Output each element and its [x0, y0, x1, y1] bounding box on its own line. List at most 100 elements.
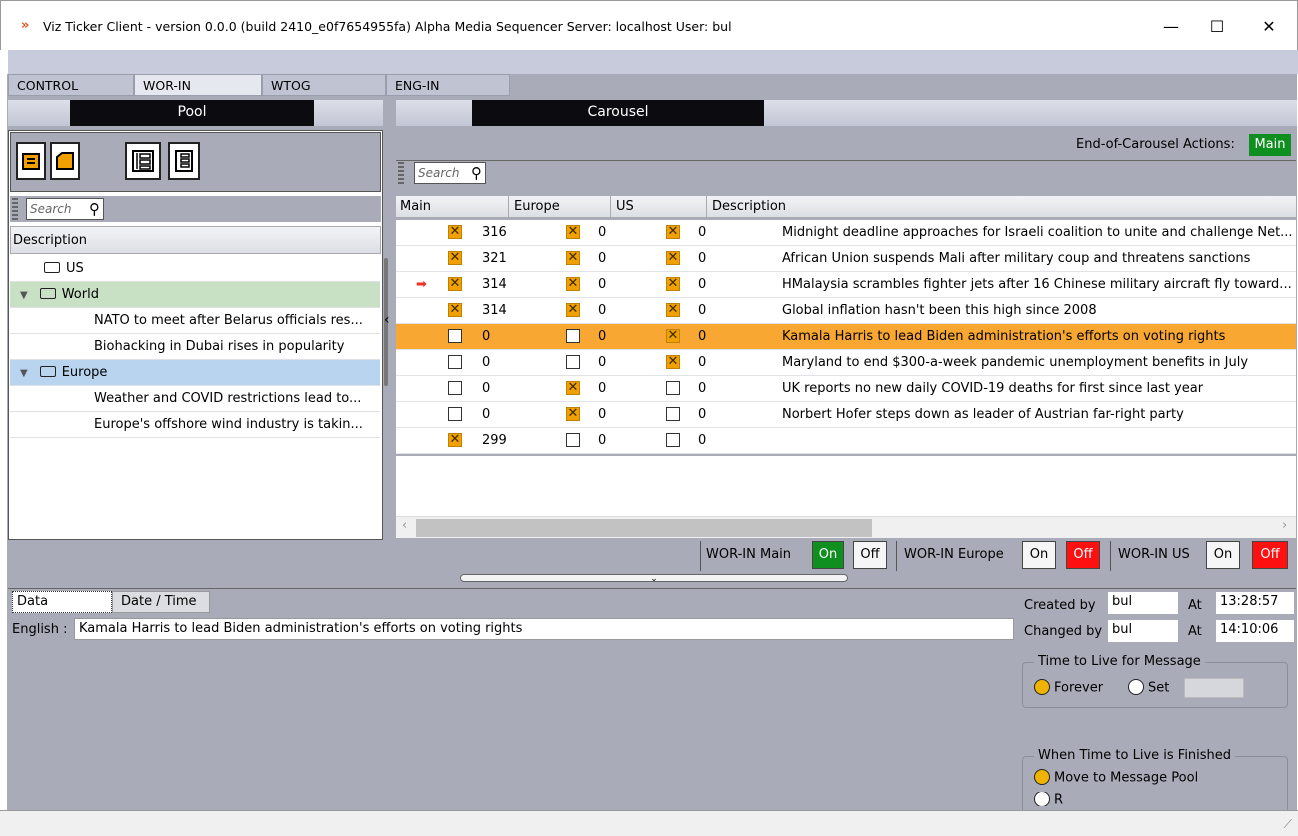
- horizontal-scrollbar[interactable]: ‹ ›: [396, 516, 1296, 538]
- expander-icon[interactable]: ▼: [20, 290, 28, 301]
- drag-grip-icon[interactable]: [398, 162, 404, 184]
- us-checkbox[interactable]: [666, 246, 680, 270]
- search-icon[interactable]: ⚲: [471, 163, 482, 183]
- europe-checkbox[interactable]: [566, 376, 580, 400]
- tree-item[interactable]: Europe's offshore wind industry is takin…: [10, 412, 380, 438]
- carousel-row[interactable]: 314 0 0 Global inflation hasn't been this h…: [396, 298, 1296, 324]
- carousel-row[interactable]: 0 0 0 Kamala Harris to lead Biden administr…: [396, 324, 1296, 350]
- pool-search-input[interactable]: Search ⚲: [26, 198, 104, 220]
- collapse-arrow-icon[interactable]: ‹: [384, 312, 390, 328]
- radio-selected-icon[interactable]: [1034, 769, 1050, 785]
- tab-wtog[interactable]: WTOG: [262, 74, 386, 96]
- remove-radio[interactable]: R: [1034, 792, 1063, 806]
- main-checkbox[interactable]: [448, 272, 462, 296]
- main-checkbox[interactable]: [448, 220, 462, 244]
- main-count: 314: [482, 303, 507, 318]
- column-us[interactable]: US: [610, 196, 634, 218]
- us-on-button[interactable]: On: [1206, 541, 1240, 569]
- europe-count: 0: [598, 303, 607, 318]
- main-checkbox[interactable]: [448, 329, 462, 343]
- carousel-search-input[interactable]: Search ⚲: [414, 162, 486, 184]
- main-checkbox[interactable]: [448, 246, 462, 270]
- tab-date-time[interactable]: Date / Time: [112, 591, 210, 613]
- carousel-row[interactable]: 299 0 0: [396, 428, 1296, 454]
- us-checkbox[interactable]: [666, 220, 680, 244]
- tab-eng-in[interactable]: ENG-IN: [386, 74, 510, 96]
- scrollbar-thumb[interactable]: [416, 519, 872, 537]
- expander-icon[interactable]: ▼: [20, 368, 28, 379]
- window-title: Viz Ticker Client - version 0.0.0 (build…: [43, 19, 732, 34]
- main-on-button[interactable]: On: [812, 541, 844, 569]
- tree-view-icon[interactable]: [125, 142, 161, 180]
- main-checkbox[interactable]: [448, 355, 462, 369]
- end-actions-main-button[interactable]: Main: [1249, 134, 1291, 156]
- minimize-button[interactable]: —: [1151, 11, 1191, 43]
- europe-checkbox[interactable]: [566, 246, 580, 270]
- carousel-row[interactable]: 321 0 0 African Union suspends Mali after m…: [396, 246, 1296, 272]
- carousel-row[interactable]: 0 0 0 UK reports no new daily COVID-19 deat…: [396, 376, 1296, 402]
- us-checkbox[interactable]: [666, 298, 680, 322]
- chevron-down-icon[interactable]: ⌄: [650, 574, 658, 584]
- splitter-bar[interactable]: ⌄: [460, 574, 848, 584]
- resize-grip-icon[interactable]: ⟋: [1284, 817, 1292, 832]
- europe-checkbox[interactable]: [566, 355, 580, 369]
- us-checkbox[interactable]: [666, 350, 680, 374]
- europe-count: 0: [598, 433, 607, 448]
- europe-checkbox[interactable]: [566, 402, 580, 426]
- carousel-row[interactable]: 0 0 0 Norbert Hofer steps down as leader of…: [396, 402, 1296, 428]
- europe-on-button[interactable]: On: [1022, 541, 1056, 569]
- europe-checkbox[interactable]: [566, 329, 580, 343]
- main-checkbox[interactable]: [448, 298, 462, 322]
- us-checkbox[interactable]: [666, 433, 680, 447]
- move-to-pool-radio[interactable]: Move to Message Pool: [1034, 769, 1198, 786]
- ttl-forever-radio[interactable]: Forever: [1034, 679, 1103, 696]
- pool-column-header[interactable]: Description: [10, 226, 381, 254]
- tab-data[interactable]: Data: [12, 591, 112, 613]
- europe-checkbox[interactable]: [566, 220, 580, 244]
- close-button[interactable]: ✕: [1249, 11, 1289, 43]
- main-checkbox[interactable]: [448, 428, 462, 452]
- us-checkbox[interactable]: [666, 272, 680, 296]
- radio-icon[interactable]: [1128, 679, 1144, 695]
- tree-item[interactable]: Biohacking in Dubai rises in popularity: [10, 334, 380, 360]
- main-checkbox[interactable]: [448, 381, 462, 395]
- radio-selected-icon[interactable]: [1034, 679, 1050, 695]
- scroll-left-icon[interactable]: ‹: [402, 518, 407, 533]
- europe-off-button[interactable]: Off: [1066, 541, 1100, 569]
- tab-wor-in[interactable]: WOR-IN: [134, 74, 262, 96]
- tree-item[interactable]: NATO to meet after Belarus officials res…: [10, 308, 380, 334]
- column-main[interactable]: Main: [400, 196, 431, 218]
- main-off-button[interactable]: Off: [853, 541, 887, 569]
- us-count: 0: [698, 355, 707, 370]
- tree-folder-europe[interactable]: ▼ Europe: [10, 360, 380, 386]
- scroll-right-icon[interactable]: ›: [1282, 518, 1287, 533]
- row-description: Global inflation hasn't been this high s…: [782, 303, 1097, 318]
- maximize-button[interactable]: ☐: [1197, 11, 1237, 43]
- search-icon[interactable]: ⚲: [89, 199, 100, 219]
- carousel-row[interactable]: 0 0 0 Maryland to end $300-a-week pandemic …: [396, 350, 1296, 376]
- tab-control[interactable]: CONTROL: [8, 74, 134, 96]
- column-description[interactable]: Description: [706, 196, 786, 218]
- new-group-icon[interactable]: [50, 142, 80, 180]
- tree-item[interactable]: Weather and COVID restrictions lead to..…: [10, 386, 380, 412]
- ttl-set-input[interactable]: [1184, 678, 1244, 698]
- europe-checkbox[interactable]: [566, 433, 580, 447]
- us-checkbox[interactable]: [666, 381, 680, 395]
- list-view-icon[interactable]: [168, 142, 200, 180]
- carousel-row[interactable]: 316 0 0 Midnight deadline approaches for Is…: [396, 220, 1296, 246]
- europe-checkbox[interactable]: [566, 298, 580, 322]
- new-message-icon[interactable]: [16, 142, 46, 180]
- english-field[interactable]: Kamala Harris to lead Biden administrati…: [74, 618, 1014, 640]
- tree-folder-world[interactable]: ▼ World: [10, 282, 380, 308]
- us-off-button[interactable]: Off: [1252, 541, 1288, 569]
- carousel-row[interactable]: ➡ 314 0 0 HMalaysia scrambles fighter jets a…: [396, 272, 1296, 298]
- us-checkbox[interactable]: [666, 407, 680, 421]
- main-checkbox[interactable]: [448, 407, 462, 421]
- tree-folder-us[interactable]: US: [10, 256, 380, 282]
- column-europe[interactable]: Europe: [508, 196, 560, 218]
- us-checkbox[interactable]: [666, 324, 680, 348]
- drag-grip-icon[interactable]: [12, 198, 18, 220]
- ttl-set-radio[interactable]: Set: [1128, 679, 1169, 696]
- europe-checkbox[interactable]: [566, 272, 580, 296]
- radio-icon[interactable]: [1034, 792, 1050, 806]
